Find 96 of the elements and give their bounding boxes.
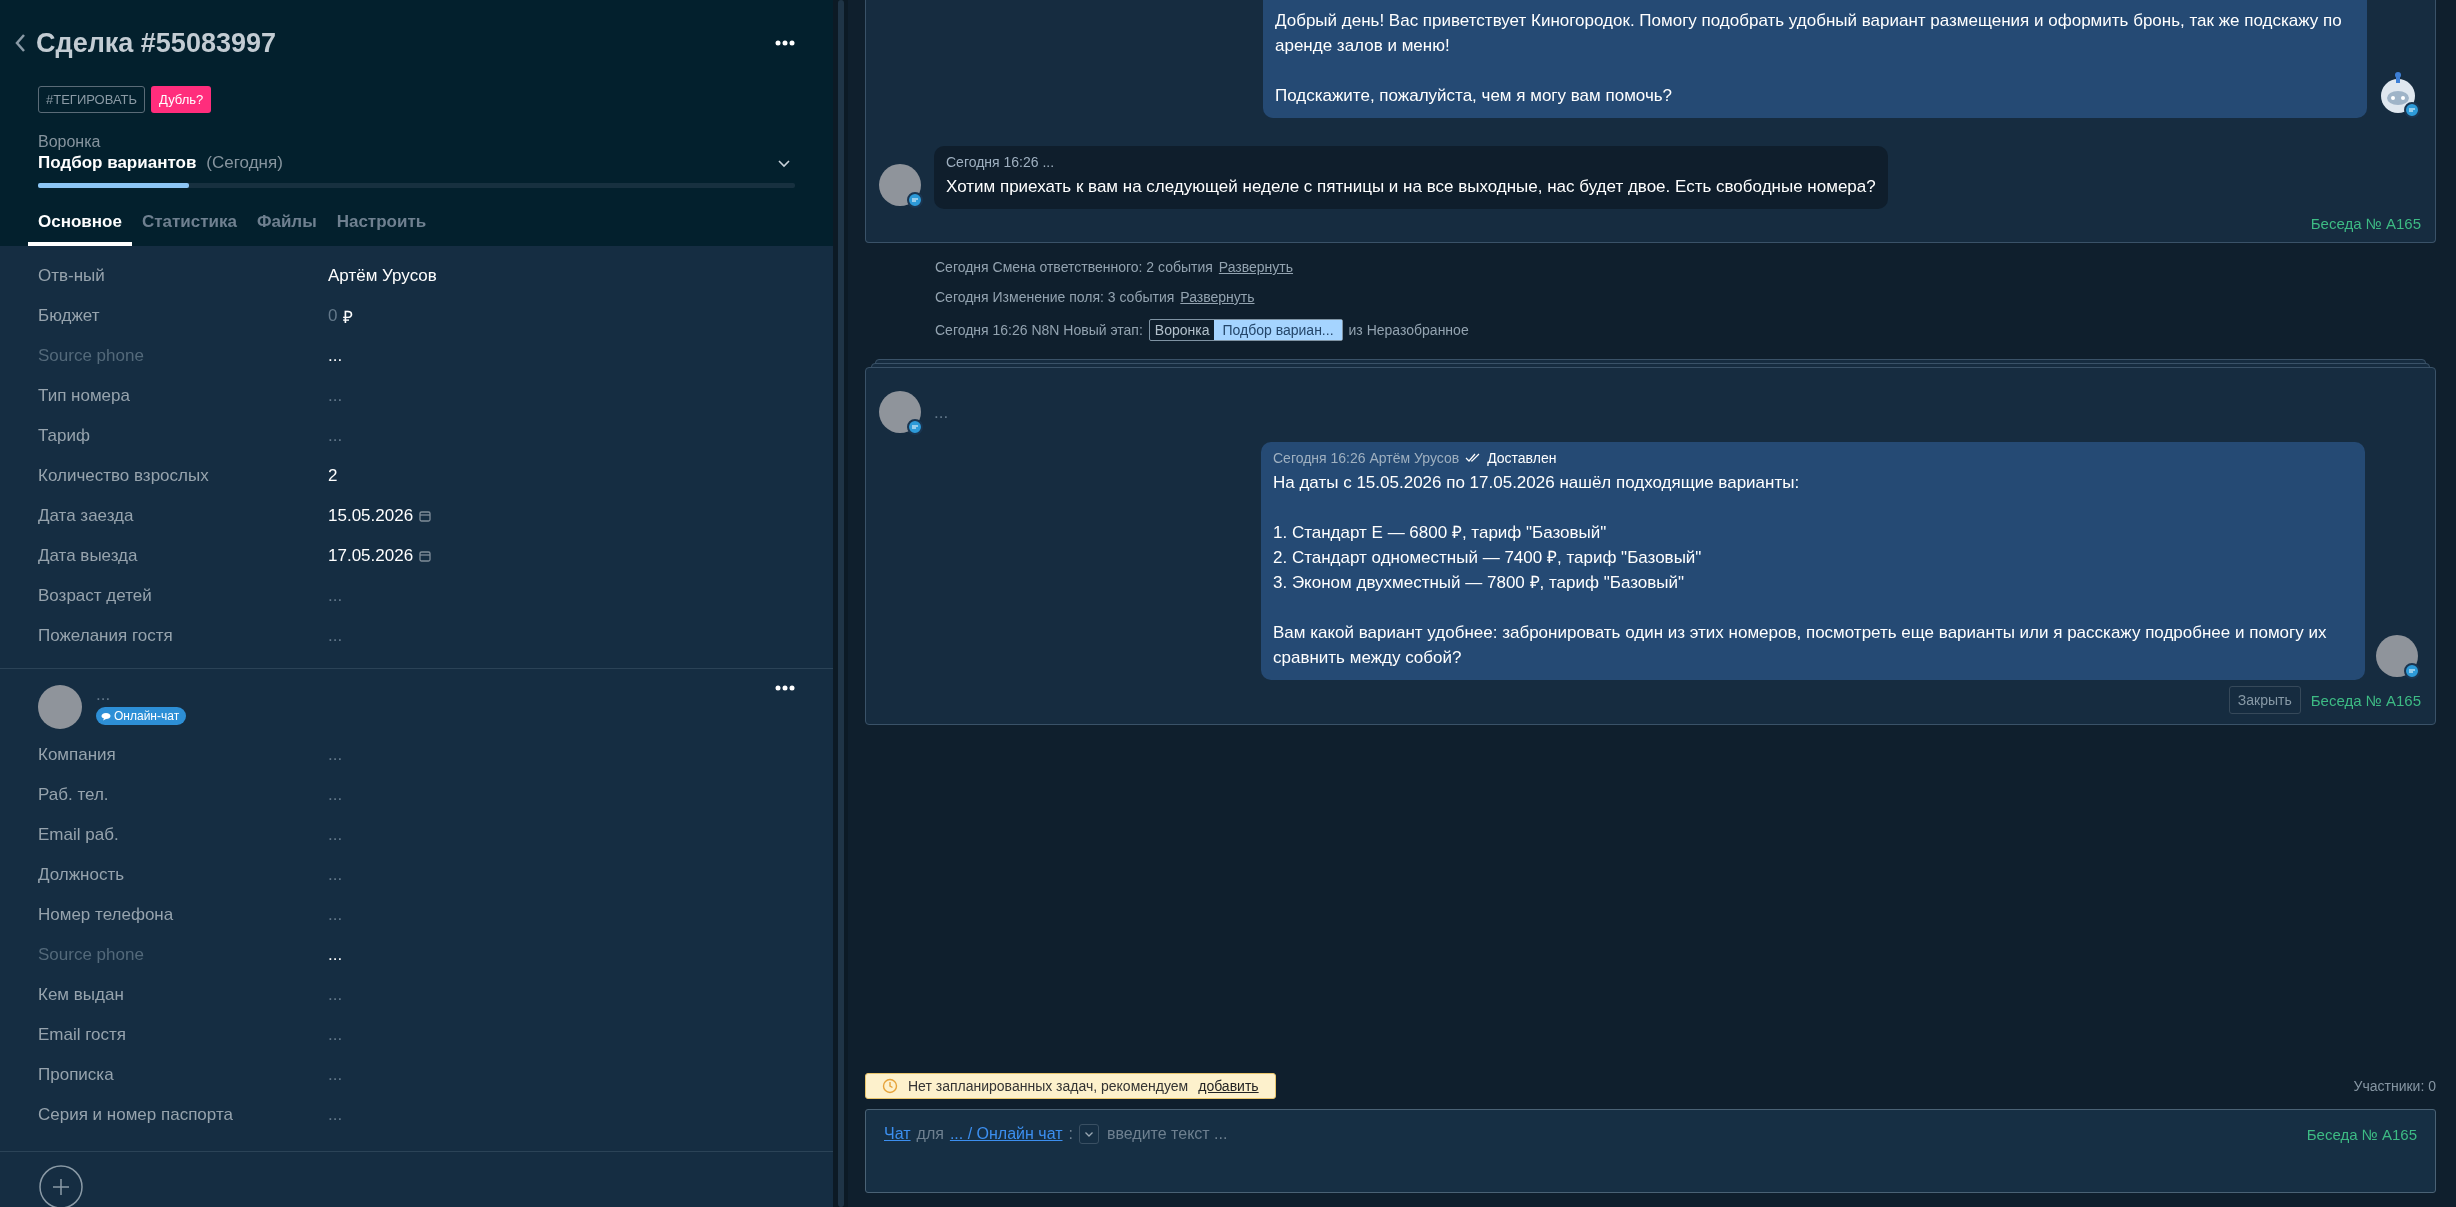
field-label: Тип номера	[38, 386, 131, 406]
conversation-number[interactable]: Беседа № А165	[2310, 691, 2421, 709]
conversation-number[interactable]: Беседа № А165	[2310, 215, 2421, 232]
tag[interactable]: Дубль?	[151, 86, 212, 113]
field-label: Пожелания гостя	[38, 626, 174, 646]
field-label: Source phone	[38, 346, 145, 366]
field-value[interactable]: ...	[328, 745, 343, 765]
conversation-number[interactable]: Беседа № А165	[2306, 1125, 2417, 1143]
field-label: Email гостя	[38, 1025, 127, 1045]
field-value[interactable]: 2	[328, 466, 338, 486]
for-text: для	[916, 1125, 944, 1143]
stage-name: Подбор вариан...	[1214, 320, 1342, 340]
field-value[interactable]: ...	[328, 985, 343, 1005]
field-value[interactable]: ...	[328, 945, 343, 965]
expand-link[interactable]: Развернуть	[1218, 259, 1294, 275]
avatar-photo	[878, 390, 924, 436]
chat-bubble-icon	[101, 711, 111, 721]
field-value[interactable]: ...	[328, 346, 343, 366]
budget-amount[interactable]: 0	[328, 306, 338, 326]
double-check-icon	[1465, 453, 1482, 463]
field-value[interactable]: ...	[328, 386, 343, 406]
more-icon[interactable]	[775, 685, 795, 691]
tag[interactable]: #ТЕГИРОВАТЬ	[38, 86, 146, 113]
message-meta: Сегодня 16:26 Артём Урусов	[1273, 450, 1460, 466]
message-meta: Сегодня 16:26 ...	[946, 154, 1055, 170]
stage-date: (Сегодня)	[206, 153, 284, 173]
tab[interactable]: Статистика	[131, 204, 247, 246]
contact-name[interactable]: ...	[96, 685, 761, 705]
more-icon[interactable]	[775, 40, 795, 46]
tab[interactable]: Основное	[28, 204, 132, 246]
event-text: Сегодня Изменение поля: 3 события	[935, 289, 1175, 305]
field-value[interactable]: ...	[328, 426, 343, 446]
calendar-icon[interactable]	[419, 550, 432, 562]
recipient-link[interactable]: ... / Онлайн чат	[949, 1125, 1063, 1143]
message-text: На даты с 15.05.2026 по 17.05.2026 нашёл подходящие варианты: 1. Стандарт Е — 6800 ₽, тариф "Базовый" 2. Стандарт одноместный — 7400 ₽, тариф "Базовый" 3. Эконом двухместный — 7800 ₽, тариф "Базовый" Вам какой вариант удобнее: забронировать один из этих номеров, посмотреть еще варианты или я расскажу подробнее и помогу их сравнить между собой?	[1273, 472, 2328, 669]
clock-icon	[882, 1078, 898, 1094]
field-label: Серия и номер паспорта	[38, 1105, 234, 1125]
sender-name: ...	[934, 403, 949, 423]
back-icon[interactable]	[14, 33, 26, 53]
participants-count: Участники: 0	[2353, 1078, 2436, 1094]
field-value[interactable]: ...	[328, 825, 343, 845]
dropdown-button[interactable]	[1078, 1124, 1099, 1144]
date-value[interactable]: 15.05.2026	[328, 506, 414, 526]
event-text: Сегодня Смена ответственного: 2 события	[935, 259, 1213, 275]
field-label: Тариф	[38, 426, 91, 446]
currency-sign: ₽	[343, 306, 354, 328]
expand-link[interactable]: Развернуть	[1180, 289, 1255, 305]
field-label: Должность	[38, 865, 126, 885]
field-value[interactable]: ...	[328, 1105, 343, 1125]
field-label: Количество взрослых	[38, 466, 210, 486]
field-label: Номер телефона	[38, 905, 175, 925]
field-label: Дата заезда	[38, 506, 135, 526]
chevron-down-icon	[1083, 1130, 1094, 1138]
tab[interactable]: Настроить	[326, 204, 437, 246]
pipeline-stage[interactable]: Подбор вариантов	[38, 153, 197, 173]
calendar-icon[interactable]	[419, 510, 432, 522]
avatar-photo	[38, 685, 82, 729]
add-icon[interactable]	[38, 1164, 84, 1207]
colon-text: :	[1068, 1125, 1073, 1143]
event-text: из Неразобранное	[1348, 322, 1469, 338]
field-label: Source phone	[38, 945, 145, 965]
message-composer[interactable]: Чат для ... / Онлайн чат : введите текст ... Беседа № А165	[865, 1109, 2436, 1193]
message-text: Добрый день! Вас приветствует Киногородок. Помогу подобрать удобный вариант размещения и оформить бронь, так же подскажу по аренде залов и меню! Подскажите, пожалуйста, чем я могу вам помочь?	[1275, 10, 2343, 107]
close-button[interactable]: Закрыть	[2228, 686, 2301, 714]
field-value[interactable]: ...	[328, 626, 343, 646]
field-value[interactable]: ...	[328, 586, 343, 606]
field-label: Email раб.	[38, 825, 120, 845]
chat-link[interactable]: Чат	[884, 1125, 911, 1143]
field-label: Раб. тел.	[38, 785, 110, 805]
date-value[interactable]: 17.05.2026	[328, 546, 414, 566]
tab[interactable]: Файлы	[246, 204, 327, 246]
field-value[interactable]: ...	[328, 1065, 343, 1085]
field-label: Дата выезда	[38, 546, 139, 566]
channel-badge: Онлайн-чат	[96, 707, 187, 725]
field-value[interactable]: ...	[328, 1025, 343, 1045]
field-value[interactable]: ...	[328, 865, 343, 885]
field-label: Компания	[38, 745, 117, 765]
event-text: Сегодня 16:26 N8N Новый этап:	[935, 322, 1143, 338]
pipeline-name: Воронка	[1153, 321, 1211, 340]
scrollbar-thumb[interactable]	[837, 0, 844, 1207]
field-value[interactable]: ...	[328, 905, 343, 925]
field-label: Отв-ный	[38, 266, 106, 286]
add-task-link[interactable]: добавить	[1198, 1078, 1259, 1094]
field-value[interactable]: ...	[328, 785, 343, 805]
field-label: Кем выдан	[38, 985, 125, 1005]
field-label: Прописка	[38, 1065, 115, 1085]
pipeline-label: Воронка	[38, 133, 102, 151]
task-text: Нет запланированных задач, рекомендуем	[908, 1078, 1189, 1094]
message-text: Хотим приехать к вам на следующей неделе с пятницы и на все выходные, нас будет двое. Есть свободные номера?	[946, 176, 1876, 198]
field-value[interactable]: Артём Урусов	[328, 266, 437, 286]
delivery-status: Доставлен	[1487, 450, 1557, 466]
field-label: Возраст детей	[38, 586, 153, 606]
message-input[interactable]: введите текст ...	[1104, 1124, 2301, 1144]
field-label: Бюджет	[38, 306, 101, 326]
chevron-down-icon[interactable]	[777, 158, 791, 168]
deal-title: Сделка #55083997	[36, 27, 277, 59]
